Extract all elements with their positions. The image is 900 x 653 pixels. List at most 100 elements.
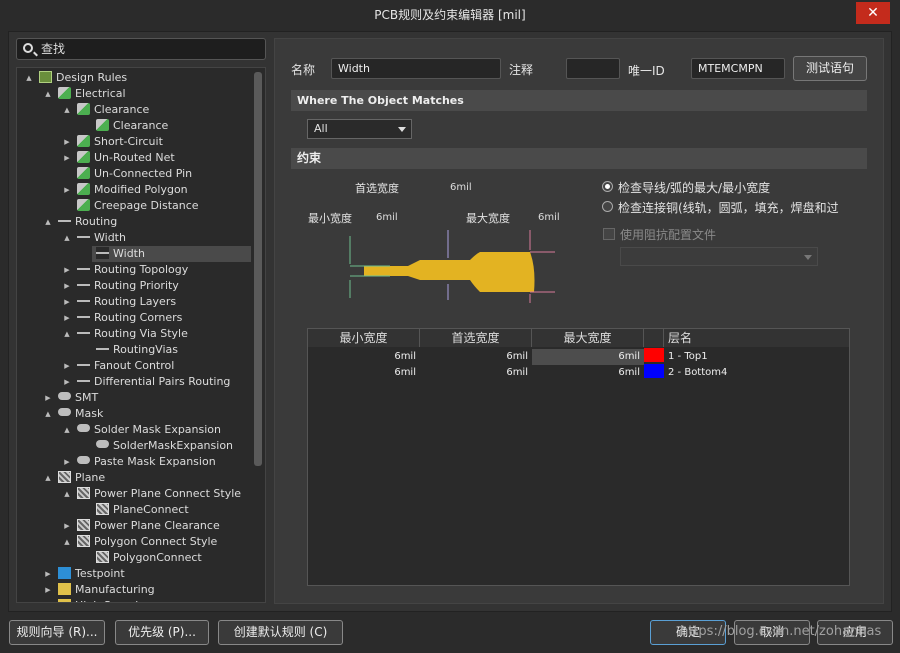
unique-id-field[interactable]: MTEMCMPN xyxy=(691,58,785,79)
collapse-icon[interactable]: ▲ xyxy=(44,406,52,422)
comment-field[interactable] xyxy=(566,58,620,79)
tree-item[interactable]: Power Plane Clearance xyxy=(77,518,220,534)
tree-item[interactable]: Fanout Control xyxy=(77,358,174,374)
min-width-value[interactable]: 6mil xyxy=(376,212,398,223)
tree-item[interactable]: Manufacturing xyxy=(58,582,155,598)
tree-item[interactable]: Electrical xyxy=(58,86,126,102)
expand-icon[interactable]: ▶ xyxy=(44,582,52,598)
collapse-icon[interactable]: ▲ xyxy=(63,422,71,438)
pad-icon xyxy=(58,408,71,416)
row2-pref[interactable]: 6mil xyxy=(420,365,532,381)
expand-icon[interactable]: ▶ xyxy=(63,310,71,326)
tree-item[interactable]: Routing Topology xyxy=(77,262,188,278)
tree-item[interactable]: Testpoint xyxy=(58,566,125,582)
collapse-icon[interactable]: ▲ xyxy=(63,534,71,550)
col-preferred-width[interactable]: 首选宽度 xyxy=(420,329,532,347)
col-max-width[interactable]: 最大宽度 xyxy=(532,329,644,347)
search-input[interactable]: 查找 xyxy=(16,38,266,60)
tree-item-label: Manufacturing xyxy=(75,583,155,596)
rules-tree[interactable]: Design Rules ▲ Electrical ▲ Clearance ▲ Cleara… xyxy=(16,67,266,603)
tree-item[interactable]: Paste Mask Expansion xyxy=(77,454,216,470)
tree-item-label: Design Rules xyxy=(56,71,128,84)
tree-item[interactable]: Routing xyxy=(58,214,117,230)
close-button[interactable]: ✕ xyxy=(856,2,890,24)
tree-item[interactable]: Clearance xyxy=(96,118,168,134)
collapse-icon[interactable]: ▲ xyxy=(63,230,71,246)
tree-item[interactable]: PolygonConnect xyxy=(96,550,202,566)
tree-item[interactable]: PlaneConnect xyxy=(96,502,189,518)
expand-icon[interactable]: ▶ xyxy=(44,390,52,406)
tree-item[interactable]: Differential Pairs Routing xyxy=(77,374,230,390)
tree-item[interactable]: SolderMaskExpansion xyxy=(96,438,233,454)
collapse-icon[interactable]: ▲ xyxy=(44,214,52,230)
priority-button[interactable]: 优先级 (P)... xyxy=(115,620,209,645)
tree-item-label: Modified Polygon xyxy=(94,183,188,196)
collapse-icon[interactable]: ▲ xyxy=(63,102,71,118)
tree-item[interactable]: Plane xyxy=(58,470,105,486)
expand-icon[interactable]: ▶ xyxy=(63,374,71,390)
tree-scrollbar[interactable] xyxy=(254,72,262,466)
tree-item-label: PlaneConnect xyxy=(113,503,189,516)
tree-item[interactable]: Routing Corners xyxy=(77,310,182,326)
expand-icon[interactable]: ▶ xyxy=(44,598,52,602)
impedance-profile-select[interactable] xyxy=(620,247,818,266)
watermark: https://blog.csdn.net/zohanhas xyxy=(680,624,882,639)
tree-item[interactable]: Clearance xyxy=(77,102,149,118)
tree-item[interactable]: SMT xyxy=(58,390,98,406)
name-field[interactable]: Width xyxy=(331,58,501,79)
collapse-icon[interactable]: ▲ xyxy=(44,86,52,102)
tree-item[interactable]: Routing Priority xyxy=(77,278,179,294)
tree-item[interactable]: Modified Polygon xyxy=(77,182,188,198)
tree-item[interactable]: Short-Circuit xyxy=(77,134,163,150)
constraints-header: 约束 xyxy=(291,148,867,169)
preferred-width-value[interactable]: 6mil xyxy=(450,182,472,193)
expand-icon[interactable]: ▶ xyxy=(63,454,71,470)
impedance-profile-checkbox[interactable] xyxy=(603,228,615,240)
tree-item[interactable]: Un-Connected Pin xyxy=(77,166,192,182)
row1-max[interactable]: 6mil xyxy=(532,349,644,365)
expand-icon[interactable]: ▶ xyxy=(63,518,71,534)
expand-icon[interactable]: ▶ xyxy=(63,294,71,310)
test-query-button[interactable]: 测试语句 xyxy=(793,56,867,81)
tree-item[interactable]: Width xyxy=(92,246,251,262)
expand-icon[interactable]: ▶ xyxy=(44,566,52,582)
row1-min[interactable]: 6mil xyxy=(308,349,420,365)
row1-pref[interactable]: 6mil xyxy=(420,349,532,365)
scope-select[interactable]: All xyxy=(307,119,412,139)
chevron-down-icon xyxy=(398,127,406,132)
max-width-value[interactable]: 6mil xyxy=(538,212,560,223)
check-copper-width-radio[interactable] xyxy=(602,201,613,212)
tree-item[interactable]: RoutingVias xyxy=(96,342,178,358)
tree-item[interactable]: High Speed xyxy=(58,598,138,602)
tree-item[interactable]: Routing Layers xyxy=(77,294,176,310)
collapse-icon[interactable]: ▲ xyxy=(25,70,33,86)
unique-id-label: 唯一ID xyxy=(628,64,665,78)
rule-wizard-button[interactable]: 规则向导 (R)... xyxy=(9,620,105,645)
tree-item[interactable]: Routing Via Style xyxy=(77,326,188,342)
tree-item[interactable]: Un-Routed Net xyxy=(77,150,175,166)
row2-max[interactable]: 6mil xyxy=(532,365,644,381)
check-track-width-radio[interactable] xyxy=(602,181,613,192)
collapse-icon[interactable]: ▲ xyxy=(63,486,71,502)
row2-min[interactable]: 6mil xyxy=(308,365,420,381)
expand-icon[interactable]: ▶ xyxy=(63,150,71,166)
tree-item[interactable]: Width xyxy=(77,230,126,246)
expand-icon[interactable]: ▶ xyxy=(63,278,71,294)
expand-icon[interactable]: ▶ xyxy=(63,262,71,278)
route-icon xyxy=(77,231,90,243)
expand-icon[interactable]: ▶ xyxy=(63,134,71,150)
tree-item[interactable]: Creepage Distance xyxy=(77,198,199,214)
tree-item[interactable]: Polygon Connect Style xyxy=(77,534,217,550)
tree-item-label: Un-Routed Net xyxy=(94,151,175,164)
expand-icon[interactable]: ▶ xyxy=(63,358,71,374)
tree-item[interactable]: Power Plane Connect Style xyxy=(77,486,241,502)
col-layer-name[interactable]: 层名 xyxy=(664,329,849,347)
collapse-icon[interactable]: ▲ xyxy=(44,470,52,486)
tree-item[interactable]: Solder Mask Expansion xyxy=(77,422,221,438)
collapse-icon[interactable]: ▲ xyxy=(63,326,71,342)
create-default-rules-button[interactable]: 创建默认规则 (C) xyxy=(218,620,343,645)
col-min-width[interactable]: 最小宽度 xyxy=(308,329,420,347)
tree-item[interactable]: Design Rules xyxy=(39,70,127,86)
expand-icon[interactable]: ▶ xyxy=(63,182,71,198)
tree-item[interactable]: Mask xyxy=(58,406,103,422)
